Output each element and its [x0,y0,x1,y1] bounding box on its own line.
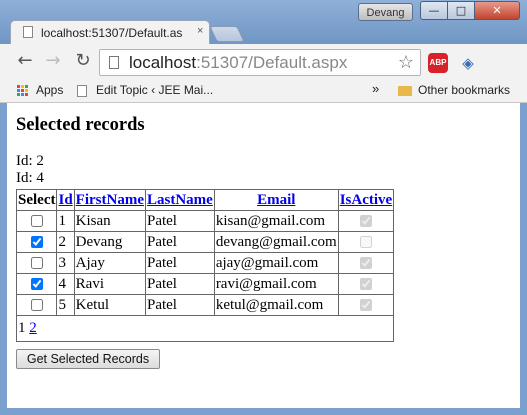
get-selected-records-button[interactable]: Get Selected Records [16,349,160,369]
table-row: 1 Kisan Patel kisan@gmail.com [15,210,395,232]
selected-id-line: Id: 4 [16,170,44,186]
isactive-cell [337,252,395,274]
select-cell [15,210,58,232]
new-tab-button[interactable] [209,26,245,42]
isactive-checkbox [359,236,372,249]
adblock-plus-icon[interactable]: ABP [428,53,448,73]
table-row: 4 Ravi Patel ravi@gmail.com [15,273,395,295]
select-cell [15,231,58,253]
bookmark-star-icon[interactable]: ☆ [398,50,414,75]
url-path: :51307/Default.aspx [196,53,348,72]
isactive-cell [337,231,395,253]
maximize-button[interactable]: □ [447,1,475,20]
lastname-cell: Patel [144,210,215,232]
isactive-cell [337,294,395,316]
table-row: 3 Ajay Patel ajay@gmail.com [15,252,395,274]
lastname-cell: Patel [144,231,215,253]
sort-link-email[interactable]: Email [257,192,295,208]
email-cell: kisan@gmail.com [213,210,339,232]
select-cell [15,273,58,295]
select-checkbox[interactable] [30,215,43,228]
sort-link-id[interactable]: Id [58,192,72,208]
select-cell [15,252,58,274]
isactive-checkbox [359,278,372,291]
select-cell [15,294,58,316]
url-host: localhost [129,53,197,72]
page-title: Selected records [16,115,145,135]
firstname-cell: Ajay [73,252,146,274]
isactive-cell [337,273,395,295]
email-cell: devang@gmail.com [213,231,339,253]
page-icon [77,85,87,97]
title-bar: Devang — □ ✕ localhost:51307/Default.as … [0,0,527,44]
firstname-cell: Ravi [73,273,146,295]
select-checkbox[interactable] [30,257,43,270]
page-icon [23,26,33,38]
grid-body: 1 Kisan Patel kisan@gmail.com 2 Devang Patel de… [15,210,395,316]
folder-icon [398,86,412,96]
column-header-lastname[interactable]: LastName [144,189,215,211]
lastname-cell: Patel [144,294,215,316]
email-cell: ketul@gmail.com [213,294,339,316]
bookmark-other[interactable]: Other bookmarks [418,83,510,97]
column-header-id[interactable]: Id [56,189,75,211]
records-grid: Select Id FirstName LastName Email IsAct… [15,189,395,342]
column-header-isactive[interactable]: IsActive [337,189,395,211]
id-cell: 2 [56,231,75,253]
browser-tab[interactable]: localhost:51307/Default.as × [10,20,210,44]
reload-icon[interactable]: ↻ [72,50,94,71]
select-checkbox[interactable] [30,299,43,312]
apps-grid-icon[interactable] [17,85,29,97]
id-cell: 3 [56,252,75,274]
grid-header-row: Select Id FirstName LastName Email IsAct… [15,189,395,211]
email-cell: ravi@gmail.com [213,273,339,295]
id-cell: 5 [56,294,75,316]
table-row: 2 Devang Patel devang@gmail.com [15,231,395,253]
firstname-cell: Ketul [73,294,146,316]
isactive-checkbox [359,215,372,228]
pager-current-page: 1 [18,320,26,336]
page-content: Selected records Id: 2 Id: 4 Select Id F… [7,103,520,408]
pager: 1 2 [15,315,395,342]
bookmarks-bar: Apps Edit Topic ‹ JEE Mai... » Other boo… [0,80,527,103]
back-icon[interactable]: ← [14,50,36,71]
lastname-cell: Patel [144,252,215,274]
profile-button[interactable]: Devang [358,3,413,21]
minimize-button[interactable]: — [420,1,448,20]
bookmark-apps[interactable]: Apps [36,83,63,97]
id-cell: 4 [56,273,75,295]
isactive-checkbox [359,257,372,270]
forward-icon[interactable]: → [42,50,64,71]
pager-page-link[interactable]: 2 [29,320,37,336]
email-cell: ajay@gmail.com [213,252,339,274]
firstname-cell: Devang [73,231,146,253]
address-bar[interactable]: localhost:51307/Default.aspx ☆ [99,49,421,76]
column-header-select: Select [15,189,58,211]
sort-link-isactive[interactable]: IsActive [340,192,393,208]
firstname-cell: Kisan [73,210,146,232]
isactive-cell [337,210,395,232]
id-cell: 1 [56,210,75,232]
table-row: 5 Ketul Patel ketul@gmail.com [15,294,395,316]
column-header-firstname[interactable]: FirstName [73,189,146,211]
lastname-cell: Patel [144,273,215,295]
bookmark-edit-topic[interactable]: Edit Topic ‹ JEE Mai... [96,83,213,97]
page-icon [109,56,119,69]
pager-row: 1 2 [15,315,395,342]
select-checkbox[interactable] [30,236,43,249]
select-checkbox[interactable] [30,278,43,291]
tab-title: localhost:51307/Default.as [41,26,183,40]
url-text: localhost:51307/Default.aspx [129,50,347,75]
tab-close-icon[interactable]: × [197,25,203,37]
isactive-checkbox [359,299,372,312]
close-button[interactable]: ✕ [474,1,520,20]
sort-link-lastname[interactable]: LastName [147,192,213,208]
selected-id-line: Id: 2 [16,153,44,169]
translate-extension-icon[interactable]: ◈ [458,53,478,73]
column-header-email[interactable]: Email [213,189,339,211]
sort-link-firstname[interactable]: FirstName [76,192,144,208]
browser-window: Devang — □ ✕ localhost:51307/Default.as … [0,0,527,415]
bookmarks-overflow-button[interactable]: » [372,81,379,96]
